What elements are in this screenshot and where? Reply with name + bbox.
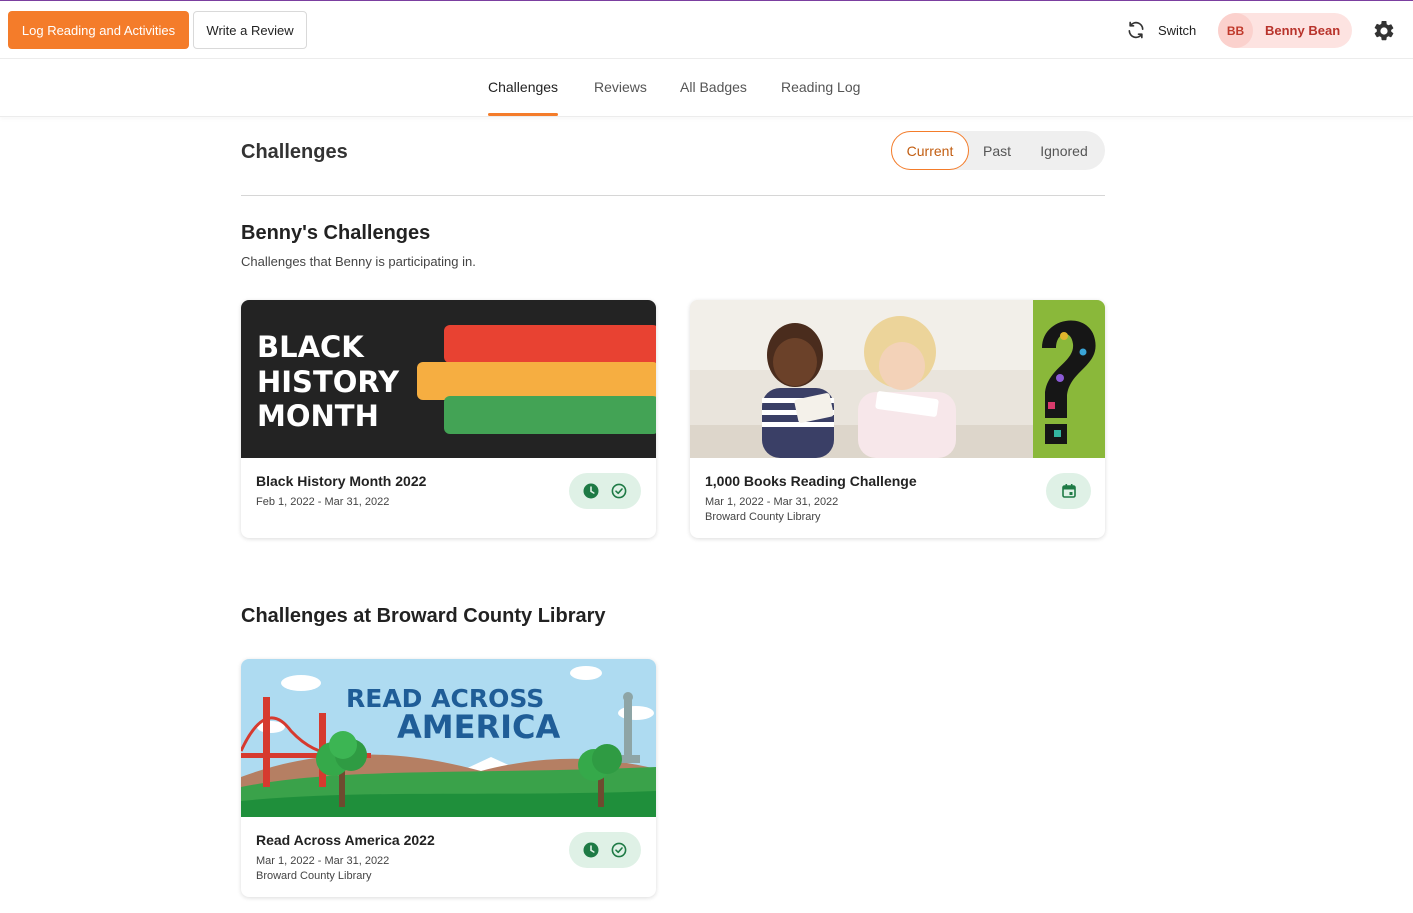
- filter-current[interactable]: Current: [891, 131, 969, 170]
- challenge-title: 1,000 Books Reading Challenge: [705, 473, 917, 489]
- page-title: Challenges: [241, 141, 348, 163]
- read-across-america-banner: READ ACROSS AMERICA: [241, 659, 656, 817]
- challenge-library: Broward County Library: [256, 870, 372, 882]
- clock-icon: [583, 842, 599, 858]
- banner-line-2: HISTORY: [257, 365, 400, 399]
- my-challenges-title: Benny's Challenges: [241, 222, 431, 244]
- top-bar: Log Reading and Activities Write a Revie…: [0, 0, 1413, 59]
- my-challenges-subtitle: Challenges that Benny is participating i…: [241, 254, 476, 269]
- write-review-button[interactable]: Write a Review: [193, 11, 307, 49]
- banner-line-2: AMERICA: [397, 708, 561, 746]
- check-circle-icon: [611, 842, 627, 858]
- challenge-dates: Mar 1, 2022 - Mar 31, 2022: [705, 496, 839, 508]
- challenge-dates: Feb 1, 2022 - Mar 31, 2022: [256, 496, 390, 508]
- challenge-card-1000-books[interactable]: 1,000 Books Reading Challenge Mar 1, 202…: [690, 300, 1105, 538]
- challenge-title: Black History Month 2022: [256, 473, 427, 489]
- banner-line-3: MONTH: [257, 399, 379, 433]
- switch-account-button[interactable]: Switch: [1126, 19, 1196, 41]
- filter-ignored[interactable]: Ignored: [1025, 131, 1103, 170]
- active-tab-indicator: [488, 113, 558, 116]
- tab-reading-log[interactable]: Reading Log: [781, 79, 860, 95]
- check-circle-icon: [611, 483, 627, 499]
- tab-challenges[interactable]: Challenges: [488, 79, 558, 95]
- challenge-dates: Mar 1, 2022 - Mar 31, 2022: [256, 855, 390, 867]
- switch-label: Switch: [1158, 22, 1197, 38]
- challenge-library: Broward County Library: [705, 511, 821, 523]
- avatar: BB: [1218, 13, 1253, 48]
- tab-reviews[interactable]: Reviews: [594, 79, 647, 95]
- library-challenges-title: Challenges at Broward County Library: [241, 605, 606, 627]
- tab-all-badges[interactable]: All Badges: [680, 79, 747, 95]
- sub-navigation: Challenges Reviews All Badges Reading Lo…: [0, 59, 1413, 117]
- refresh-icon: [1128, 21, 1144, 39]
- status-badge: [569, 832, 641, 868]
- status-badge: [569, 473, 641, 509]
- challenge-card-read-across-america[interactable]: READ ACROSS AMERICA Read Across America …: [241, 659, 656, 897]
- challenge-card-black-history-month[interactable]: BLACK HISTORY MONTH Black History Month …: [241, 300, 656, 538]
- filter-past[interactable]: Past: [969, 131, 1025, 170]
- children-reading-photo: [690, 300, 1105, 458]
- clock-icon: [583, 483, 599, 499]
- calendar-icon: [1061, 484, 1076, 498]
- black-history-month-banner: BLACK HISTORY MONTH: [241, 300, 656, 458]
- banner-line-1: BLACK: [257, 330, 365, 364]
- log-reading-button[interactable]: Log Reading and Activities: [8, 11, 189, 49]
- challenge-title: Read Across America 2022: [256, 832, 435, 848]
- status-badge: [1046, 473, 1091, 509]
- user-menu[interactable]: BB Benny Bean: [1218, 13, 1352, 48]
- gear-icon[interactable]: [1372, 19, 1396, 43]
- section-divider: [241, 195, 1105, 196]
- user-name: Benny Bean: [1265, 23, 1341, 38]
- challenge-filter: Current Past Ignored: [891, 131, 1105, 170]
